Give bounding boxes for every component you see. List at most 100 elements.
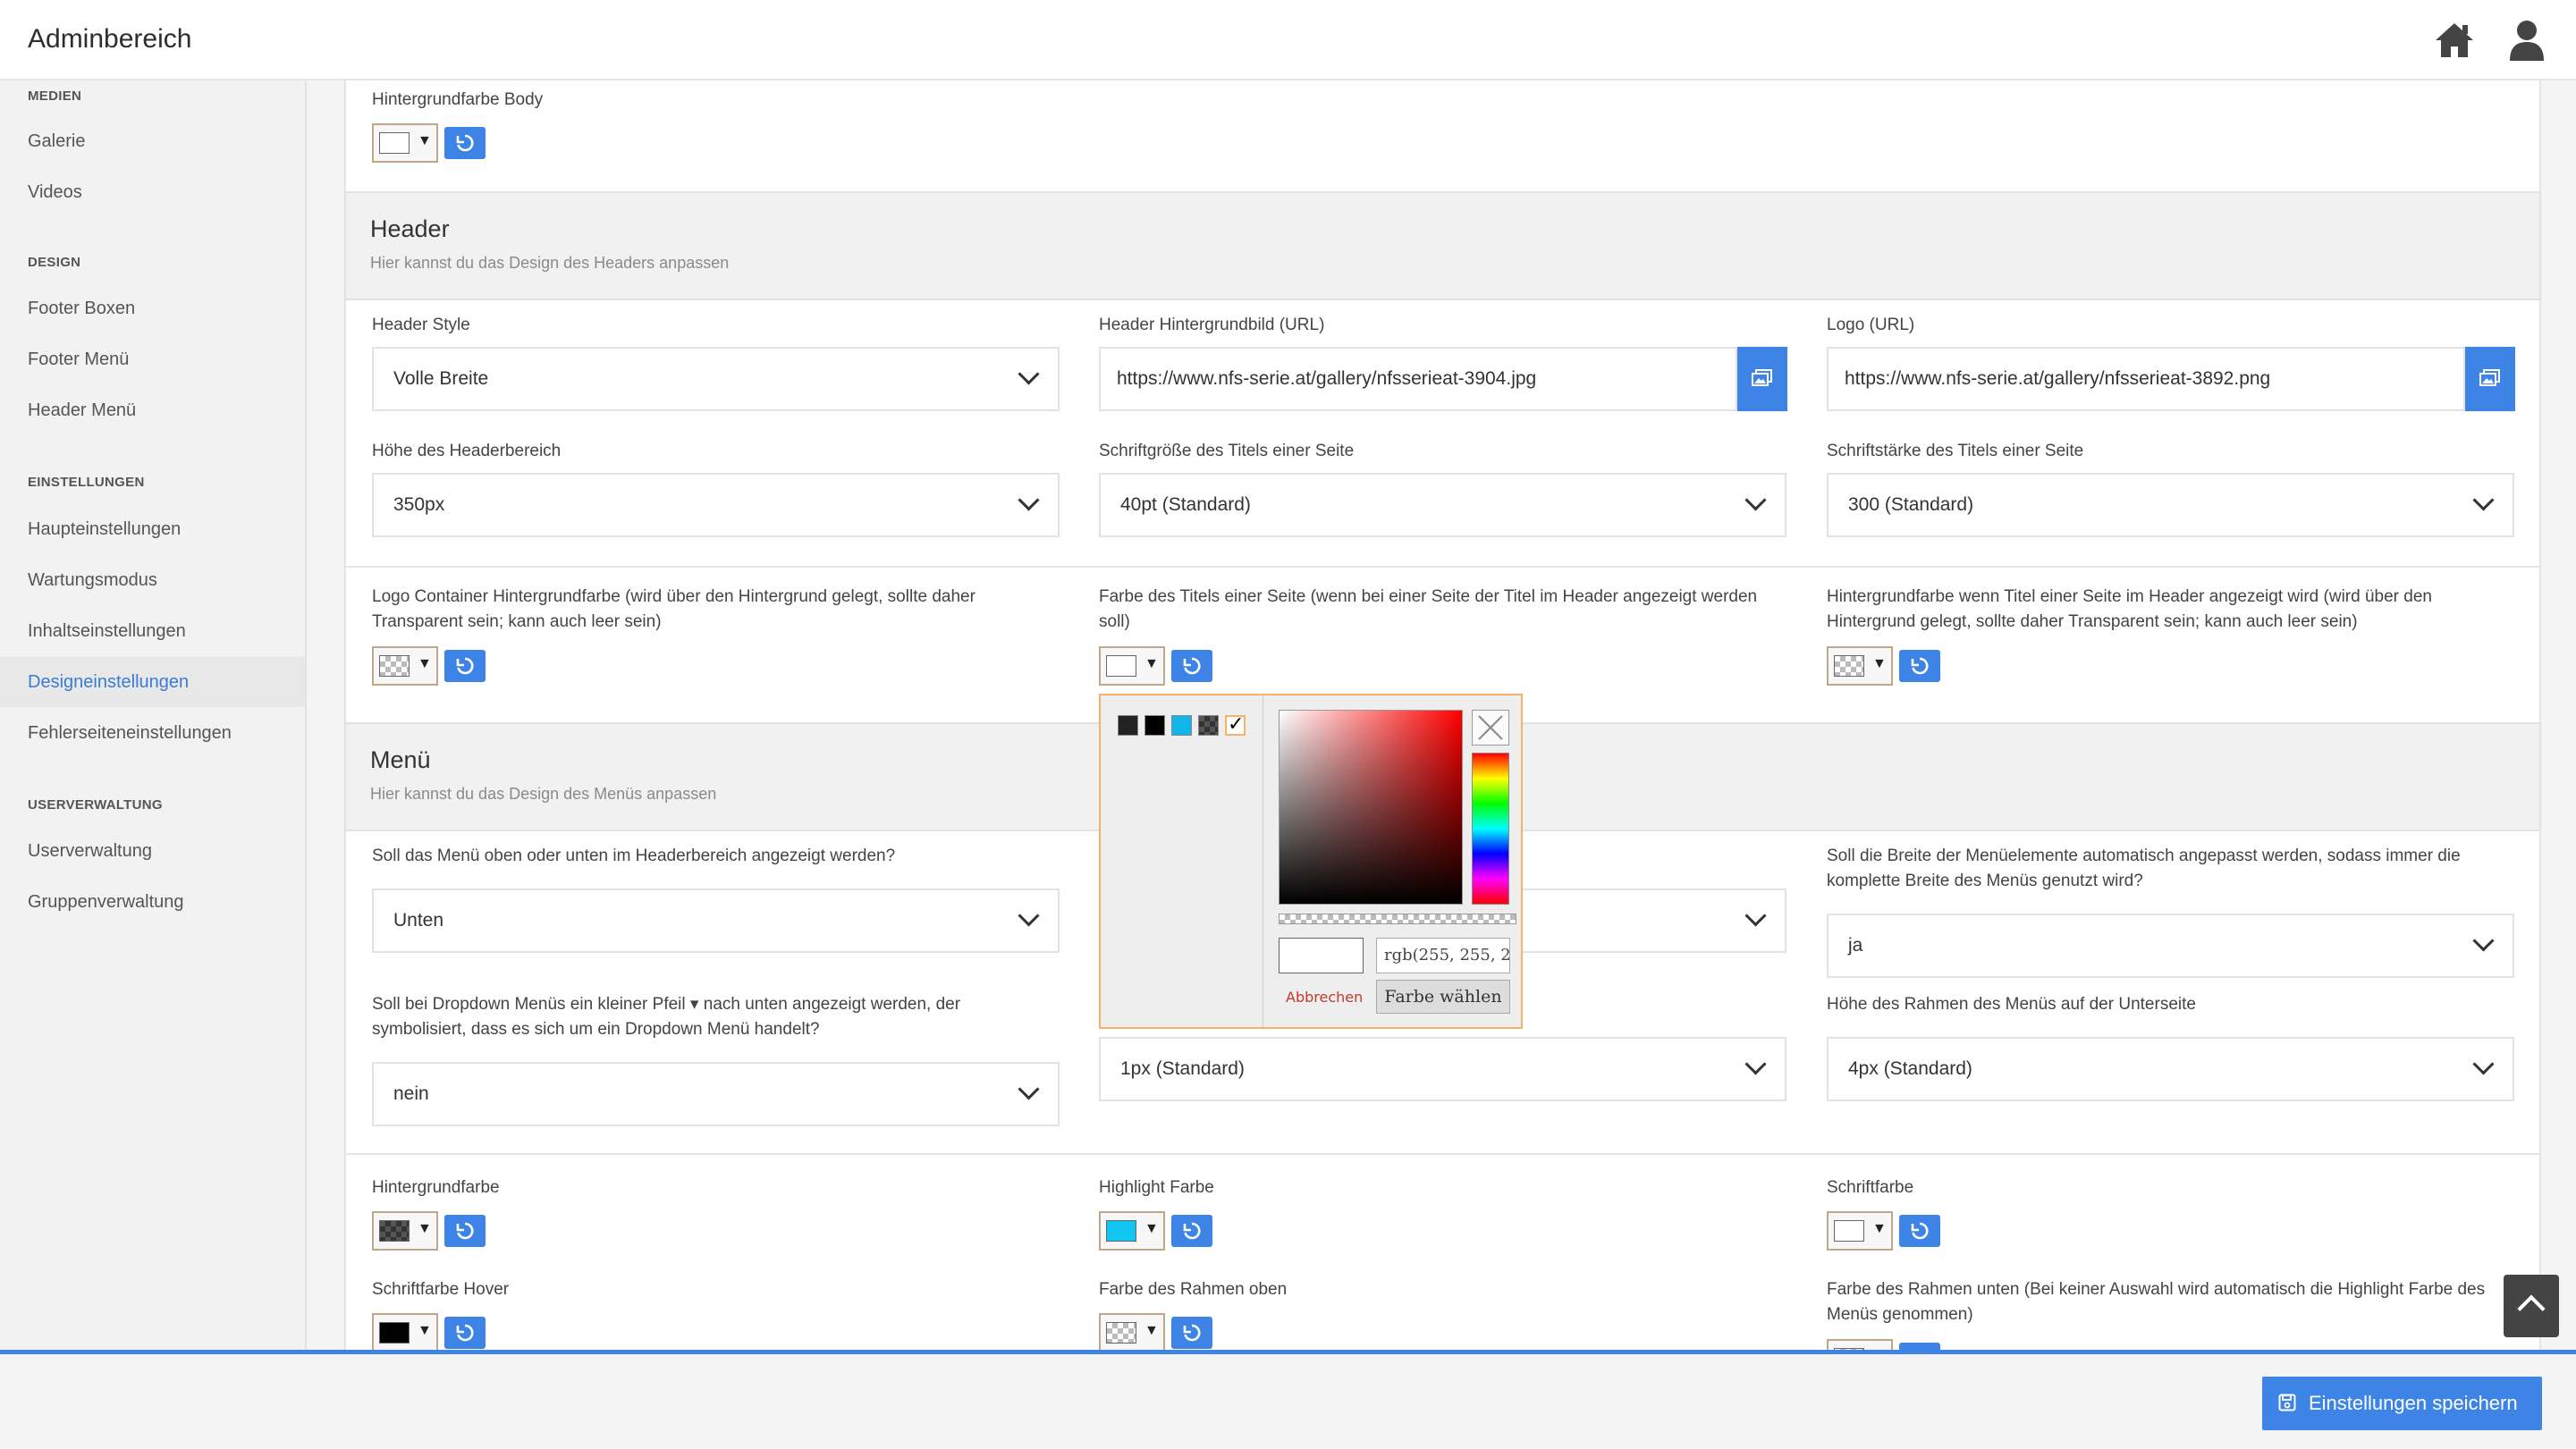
- menu-autowidth-select[interactable]: ja: [1827, 914, 2514, 978]
- select-value: 300 (Standard): [1848, 494, 1974, 515]
- menu-subborder-label: Höhe des Rahmen des Menüs auf der Unters…: [1827, 995, 2196, 1014]
- menu-font-color-picker[interactable]: ▼: [1827, 1211, 1893, 1251]
- alpha-slider[interactable]: [1279, 914, 1516, 924]
- sidebar-item-footer-boxen[interactable]: Footer Boxen: [0, 283, 305, 333]
- sidebar-item-galerie[interactable]: Galerie: [0, 116, 305, 166]
- chevron-down-icon: [1018, 1078, 1040, 1100]
- user-icon[interactable]: [2508, 20, 2546, 65]
- palette-swatch[interactable]: [1118, 715, 1138, 736]
- header-section-head: [344, 191, 2541, 300]
- sidebar-section-userverwaltung: USERVERWALTUNG: [28, 797, 163, 813]
- close-icon[interactable]: [1472, 710, 1509, 746]
- gallery-icon: [1752, 369, 1772, 386]
- select-value: Unten: [393, 910, 444, 931]
- menu-borderbottom-reset-button[interactable]: [1899, 1343, 1940, 1350]
- header-section-subtitle: Hier kannst du das Design des Headers an…: [370, 254, 730, 272]
- sidebar-item-inhaltseinstellungen[interactable]: Inhaltseinstellungen: [0, 606, 305, 656]
- reset-icon: [1911, 1222, 1929, 1240]
- menu-position-select[interactable]: Unten: [372, 889, 1060, 953]
- rgb-input[interactable]: rgb(255, 255, 255): [1376, 938, 1510, 973]
- scroll-to-top-button[interactable]: [2504, 1275, 2559, 1337]
- chevron-down-icon: [1744, 905, 1767, 927]
- menu-fonthover-color-picker[interactable]: ▼: [372, 1313, 438, 1350]
- palette-swatch[interactable]: [1171, 715, 1192, 736]
- sidebar-section-design: DESIGN: [28, 255, 81, 270]
- header-bgimage-browse-button[interactable]: [1737, 347, 1787, 411]
- select-value: 1px (Standard): [1120, 1058, 1245, 1079]
- sidebar-item-wartungsmodus[interactable]: Wartungsmodus: [0, 555, 305, 605]
- dropdown-arrow-icon: ▼: [418, 1323, 432, 1338]
- logo-url-input[interactable]: https://www.nfs-serie.at/gallery/nfsseri…: [1827, 347, 2465, 411]
- menu-bg-color-picker[interactable]: ▼: [372, 1211, 438, 1251]
- choose-color-button[interactable]: Farbe wählen: [1376, 980, 1510, 1014]
- header-style-select[interactable]: Volle Breite: [372, 347, 1060, 411]
- menu-subborder-select[interactable]: 4px (Standard): [1827, 1037, 2514, 1101]
- title-fontsize-label: Schriftgröße des Titels einer Seite: [1099, 442, 1355, 460]
- menu-fonthover-reset-button[interactable]: [444, 1317, 486, 1349]
- save-icon: [2278, 1394, 2296, 1411]
- palette-swatch[interactable]: [1144, 715, 1165, 736]
- sidebar-item-designeinstellungen[interactable]: Designeinstellungen: [0, 657, 305, 707]
- menu-border-select[interactable]: 1px (Standard): [1099, 1037, 1786, 1101]
- color-picker-popup: ✓ rgb(255, 255, 255) Abbrechen Farbe wäh…: [1099, 694, 1523, 1029]
- select-value: 40pt (Standard): [1120, 494, 1251, 515]
- title-color-reset-button[interactable]: [1171, 650, 1212, 682]
- menu-autowidth-label: Soll die Breite der Menüelemente automat…: [1827, 847, 2461, 890]
- menu-arrow-label-start: Soll bei Dropdown Menüs ein kleiner Pfei…: [372, 995, 686, 1014]
- logo-bg-color-picker[interactable]: ▼: [372, 646, 438, 686]
- color-swatch: [1106, 655, 1136, 677]
- saturation-area[interactable]: [1279, 710, 1463, 905]
- home-icon[interactable]: [2434, 21, 2475, 63]
- sidebar-item-haupteinstellungen[interactable]: Haupteinstellungen: [0, 504, 305, 554]
- logo-bg-label: Logo Container Hintergrundfarbe (wird üb…: [372, 587, 976, 631]
- header-bgimage-label: Header Hintergrundbild (URL): [1099, 316, 1325, 334]
- title-bg-color-picker[interactable]: ▼: [1827, 646, 1893, 686]
- chevron-down-icon: [1018, 363, 1040, 385]
- title-fontsize-select[interactable]: 40pt (Standard): [1099, 473, 1786, 537]
- top-bar: Adminbereich: [0, 0, 2576, 80]
- chevron-down-icon: [1018, 905, 1040, 927]
- title-fontweight-label: Schriftstärke des Titels einer Seite: [1827, 442, 2084, 460]
- sidebar-item-header-menu[interactable]: Header Menü: [0, 385, 305, 435]
- menu-section-title: Menü: [370, 746, 431, 773]
- menu-bg-label: Hintergrundfarbe: [372, 1178, 500, 1197]
- save-settings-button[interactable]: Einstellungen speichern: [2262, 1377, 2542, 1430]
- body-bg-reset-button[interactable]: [444, 127, 486, 159]
- color-swatch: [1834, 1220, 1864, 1242]
- select-value: 350px: [393, 494, 445, 515]
- save-settings-label: Einstellungen speichern: [2309, 1392, 2518, 1414]
- body-bg-color-picker[interactable]: ▼: [372, 123, 438, 163]
- palette-swatch[interactable]: [1198, 715, 1219, 736]
- logo-url-browse-button[interactable]: [2465, 347, 2515, 411]
- sidebar-item-fehlerseiteneinstellungen[interactable]: Fehlerseiteneinstellungen: [0, 708, 305, 758]
- check-icon: ✓: [1228, 712, 1245, 735]
- color-swatch: [379, 1220, 410, 1242]
- menu-arrow-select[interactable]: nein: [372, 1062, 1060, 1126]
- menu-bordertop-color-picker[interactable]: ▼: [1099, 1313, 1165, 1350]
- palette-swatch-selected[interactable]: ✓: [1225, 712, 1246, 736]
- menu-highlight-color-picker[interactable]: ▼: [1099, 1211, 1165, 1251]
- menu-highlight-reset-button[interactable]: [1171, 1215, 1212, 1247]
- reset-icon: [456, 1324, 474, 1342]
- menu-bordertop-reset-button[interactable]: [1171, 1317, 1212, 1349]
- menu-borderbottom-color-picker[interactable]: ▼: [1827, 1339, 1893, 1350]
- sidebar-item-gruppenverwaltung[interactable]: Gruppenverwaltung: [0, 877, 305, 927]
- menu-font-reset-button[interactable]: [1899, 1215, 1940, 1247]
- menu-font-label: Schriftfarbe: [1827, 1178, 1914, 1197]
- hue-slider[interactable]: [1472, 753, 1509, 905]
- title-fontweight-select[interactable]: 300 (Standard): [1827, 473, 2514, 537]
- reset-icon: [456, 1222, 474, 1240]
- title-color-picker[interactable]: ▼: [1099, 646, 1165, 686]
- cancel-link[interactable]: Abbrechen: [1286, 989, 1363, 1006]
- header-bgimage-input[interactable]: https://www.nfs-serie.at/gallery/nfsseri…: [1099, 347, 1737, 411]
- chevron-down-icon: [2472, 1053, 2495, 1075]
- title-bg-reset-button[interactable]: [1899, 650, 1940, 682]
- menu-bg-reset-button[interactable]: [444, 1215, 486, 1247]
- chevron-down-icon: [1018, 489, 1040, 511]
- sidebar-item-userverwaltung[interactable]: Userverwaltung: [0, 826, 305, 876]
- chevron-down-icon: [2472, 489, 2495, 511]
- logo-bg-reset-button[interactable]: [444, 650, 486, 682]
- sidebar-item-footer-menu[interactable]: Footer Menü: [0, 334, 305, 384]
- sidebar-item-videos[interactable]: Videos: [0, 167, 305, 217]
- header-height-select[interactable]: 350px: [372, 473, 1060, 537]
